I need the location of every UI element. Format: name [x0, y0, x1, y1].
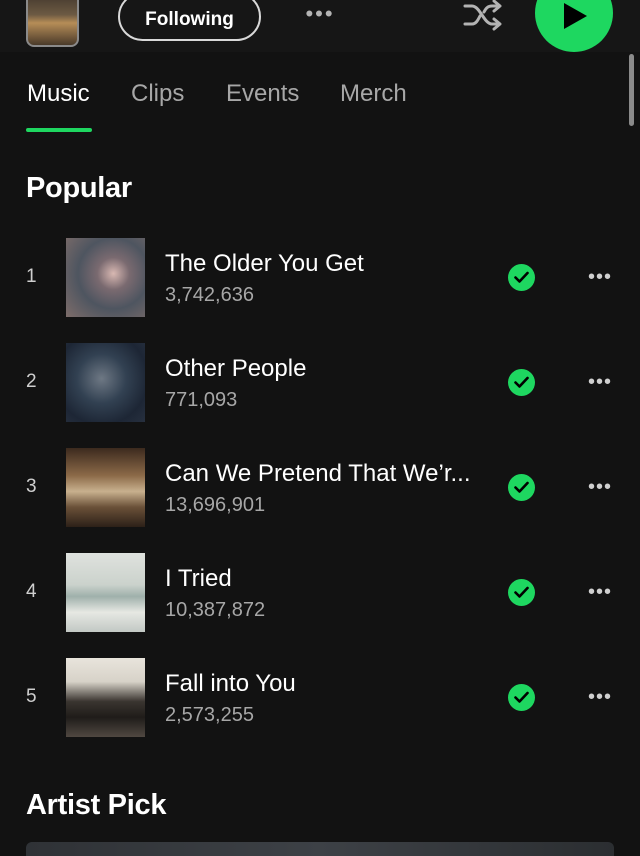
track-more-button[interactable]: •••	[584, 579, 616, 605]
track-play-count: 10,387,872	[165, 599, 266, 621]
content-tabs: Music Clips Events Merch	[0, 52, 640, 134]
tab-music[interactable]: Music	[27, 80, 90, 108]
scrollbar[interactable]	[629, 54, 634, 126]
track-rank: 3	[26, 476, 37, 497]
track-row[interactable]: 3 Can We Pretend That We’r... 13,696,901…	[0, 448, 640, 528]
album-cover	[66, 448, 145, 527]
saved-check-icon[interactable]	[508, 684, 535, 711]
track-play-count: 3,742,636	[165, 284, 254, 306]
artist-pick-heading: Artist Pick	[26, 789, 167, 821]
track-title: I Tried	[165, 565, 232, 592]
track-row[interactable]: 5 Fall into You 2,573,255 •••	[0, 658, 640, 738]
play-button[interactable]	[535, 0, 613, 52]
track-title: Other People	[165, 355, 307, 382]
saved-check-icon[interactable]	[508, 579, 535, 606]
tab-clips[interactable]: Clips	[131, 80, 184, 108]
popular-heading: Popular	[26, 172, 132, 204]
top-bar: Following •••	[0, 0, 640, 52]
album-cover	[66, 658, 145, 737]
track-more-button[interactable]: •••	[584, 369, 616, 395]
artist-pick-card[interactable]	[26, 842, 614, 856]
track-title: Can We Pretend That We’r...	[165, 460, 471, 487]
play-icon	[564, 3, 587, 29]
track-rank: 4	[26, 581, 37, 602]
track-title: Fall into You	[165, 670, 296, 697]
artist-thumbnail[interactable]	[26, 0, 79, 47]
track-row[interactable]: 2 Other People 771,093 •••	[0, 343, 640, 423]
track-more-button[interactable]: •••	[584, 684, 616, 710]
track-play-count: 771,093	[165, 389, 238, 411]
track-more-button[interactable]: •••	[584, 264, 616, 290]
tab-merch[interactable]: Merch	[340, 80, 407, 108]
more-options-button[interactable]: •••	[300, 2, 340, 26]
following-button[interactable]: Following	[118, 0, 261, 41]
track-play-count: 2,573,255	[165, 704, 254, 726]
track-more-button[interactable]: •••	[584, 474, 616, 500]
album-cover	[66, 238, 145, 317]
track-play-count: 13,696,901	[165, 494, 266, 516]
track-rank: 2	[26, 371, 37, 392]
active-tab-indicator	[26, 128, 92, 132]
saved-check-icon[interactable]	[508, 369, 535, 396]
shuffle-icon[interactable]	[462, 0, 504, 32]
tab-events[interactable]: Events	[226, 80, 299, 108]
album-cover	[66, 343, 145, 422]
saved-check-icon[interactable]	[508, 474, 535, 501]
track-rank: 1	[26, 266, 37, 287]
track-row[interactable]: 4 I Tried 10,387,872 •••	[0, 553, 640, 633]
track-row[interactable]: 1 The Older You Get 3,742,636 •••	[0, 238, 640, 318]
track-title: The Older You Get	[165, 250, 364, 277]
album-cover	[66, 553, 145, 632]
saved-check-icon[interactable]	[508, 264, 535, 291]
track-rank: 5	[26, 686, 37, 707]
